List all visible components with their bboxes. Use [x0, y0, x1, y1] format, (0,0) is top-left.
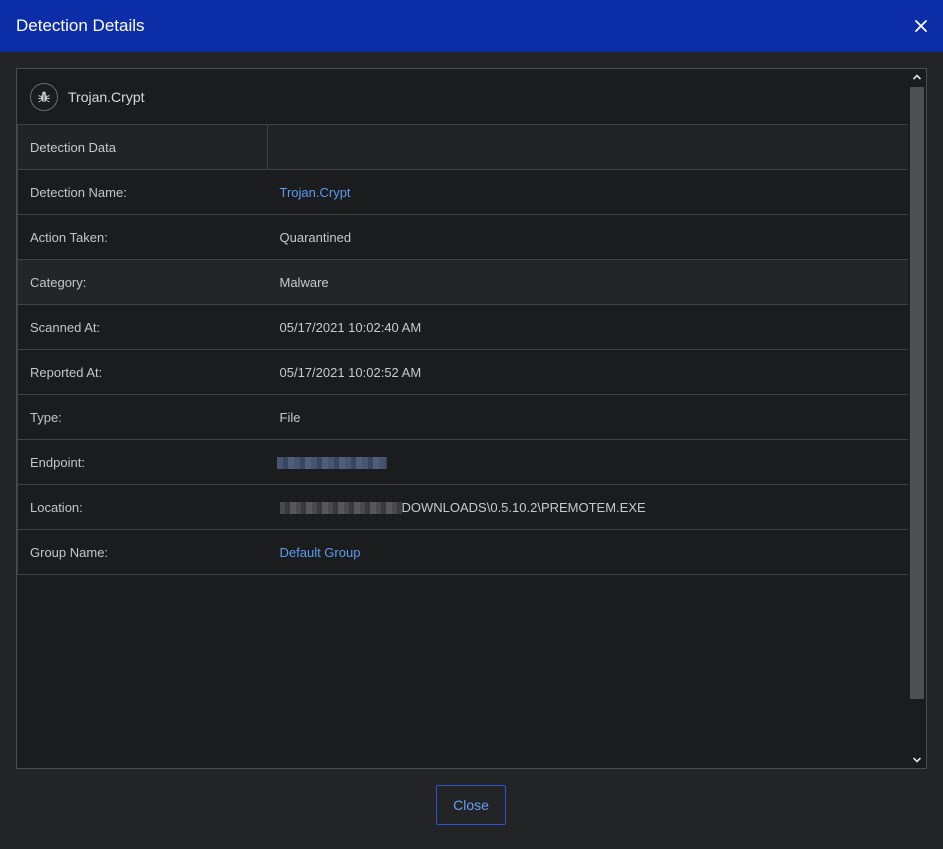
group-name-link[interactable]: Default Group [280, 545, 361, 560]
location-redacted-prefix [279, 502, 402, 515]
detection-name-label: Detection Name: [17, 169, 268, 215]
table-header-row: Detection Data [17, 124, 909, 170]
scroll-up-icon[interactable] [908, 69, 926, 85]
table-row: Detection Name: Trojan.Crypt [17, 169, 909, 215]
location-value: DOWNLOADS\0.5.10.2\PREMOTEM.EXE [401, 499, 646, 515]
scrollbar-thumb[interactable] [910, 87, 924, 699]
threat-header: Trojan.Crypt [17, 69, 909, 125]
table-row: Action Taken: Quarantined [17, 214, 909, 260]
table-row: Endpoint: [17, 439, 909, 485]
dialog-title: Detection Details [16, 16, 145, 35]
close-button[interactable]: Close [436, 785, 506, 825]
close-icon[interactable] [913, 18, 929, 34]
action-taken-label: Action Taken: [17, 214, 268, 260]
endpoint-label: Endpoint: [17, 439, 268, 485]
table-row: Reported At: 05/17/2021 10:02:52 AM [17, 349, 909, 395]
table-row: Group Name: Default Group [17, 529, 909, 575]
action-taken-value: Quarantined [267, 214, 909, 260]
category-label: Category: [17, 259, 268, 305]
table-row: Location: DOWNLOADS\0.5.10.2\PREMOTEM.EX… [17, 484, 909, 530]
details-panel: Trojan.Crypt Detection Data Detection Na… [16, 68, 927, 769]
detection-name-link[interactable]: Trojan.Crypt [280, 185, 351, 200]
scanned-at-value: 05/17/2021 10:02:40 AM [267, 304, 909, 350]
bug-icon [30, 83, 58, 111]
category-value: Malware [267, 259, 909, 305]
group-name-label: Group Name: [17, 529, 268, 575]
type-value: File [267, 394, 909, 440]
table-row: Type: File [17, 394, 909, 440]
scroll-down-icon[interactable] [908, 752, 926, 768]
location-label: Location: [17, 484, 268, 530]
vertical-scrollbar[interactable] [908, 69, 926, 768]
scanned-at-label: Scanned At: [17, 304, 268, 350]
reported-at-label: Reported At: [17, 349, 268, 395]
table-row: Category: Malware [17, 259, 909, 305]
type-label: Type: [17, 394, 268, 440]
reported-at-value: 05/17/2021 10:02:52 AM [267, 349, 909, 395]
table-header: Detection Data [17, 124, 268, 170]
threat-name: Trojan.Crypt [68, 89, 145, 105]
table-row: Scanned At: 05/17/2021 10:02:40 AM [17, 304, 909, 350]
endpoint-redacted [276, 457, 387, 470]
detection-data-table: Detection Data Detection Name: Trojan.Cr… [17, 124, 909, 575]
dialog-titlebar: Detection Details [0, 0, 943, 52]
